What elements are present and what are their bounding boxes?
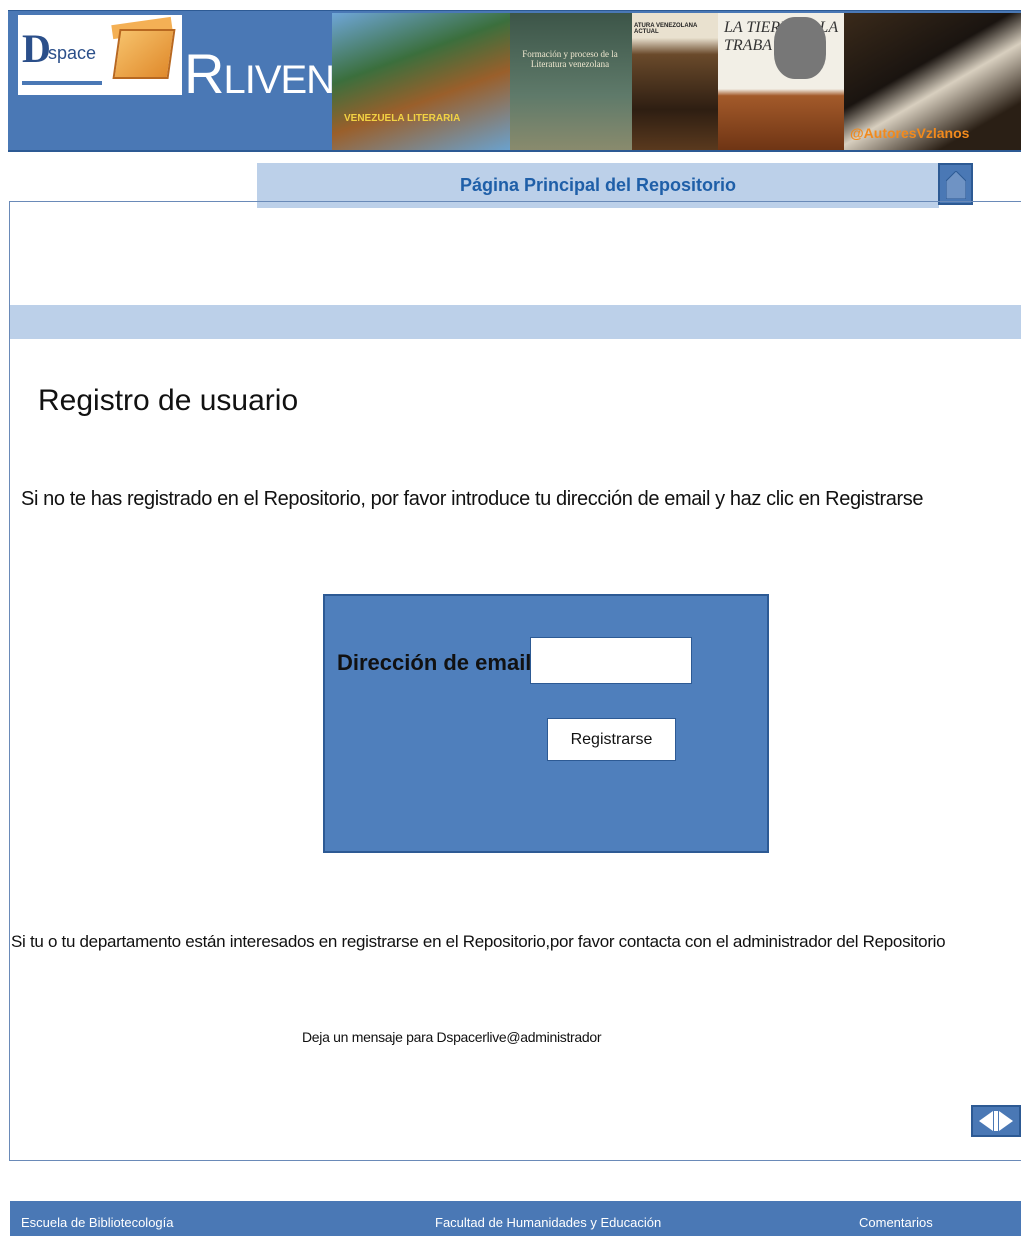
banner-photo-venezuela-map: VENEZUELA LITERARIA	[332, 13, 510, 150]
box-logo-icon	[104, 15, 182, 95]
portrait-image	[774, 17, 826, 79]
page-title: Registro de usuario	[38, 384, 299, 417]
home-icon	[946, 171, 966, 199]
banner-photo-strip: VENEZUELA LITERARIA Formación y proceso …	[332, 13, 1021, 150]
banner-photo-books-collage: @AutoresVzlanos	[844, 13, 1021, 150]
registration-form: Dirección de email Registrarse	[323, 594, 769, 853]
footer-link-escuela[interactable]: Escuela de Bibliotecología	[21, 1215, 174, 1230]
banner-photo-caption: VENEZUELA LITERARIA	[344, 113, 461, 124]
dspace-logo[interactable]: D space	[18, 15, 106, 95]
section-separator-bar	[10, 305, 1021, 339]
banner-photo-caption: Formación y proceso de la Literatura ven…	[522, 49, 618, 69]
footer-link-facultad[interactable]: Facultad de Humanidades y Educación	[435, 1215, 661, 1230]
home-page-link[interactable]: Página Principal del Repositorio	[257, 175, 939, 196]
prev-next-icon	[979, 1111, 1013, 1131]
contact-admin-link[interactable]: Deja un mensaje para Dspacerlive@adminis…	[302, 1029, 602, 1045]
site-title: RLIVEN	[184, 41, 335, 106]
intro-text: Si no te has registrado en el Repositori…	[21, 488, 924, 510]
footer-bar: Escuela de Bibliotecología Facultad de H…	[10, 1201, 1021, 1236]
dspace-logo-text: space	[48, 43, 97, 63]
dspace-logo-underline	[22, 81, 102, 85]
department-info-text: Si tu o tu departamento están interesado…	[11, 932, 946, 951]
header-banner: D space RLIVEN VENEZUELA LITERARIA Forma…	[8, 10, 1021, 152]
banner-photo-caption: ATURA VENEZOLANA ACTUAL	[634, 23, 698, 35]
site-title-rest: LIVEN	[223, 58, 335, 102]
dspace-logo-d: D	[22, 26, 51, 71]
banner-photo-book-cover: Formación y proceso de la Literatura ven…	[510, 13, 632, 150]
prev-next-button[interactable]	[971, 1105, 1021, 1137]
site-title-initial: R	[184, 42, 224, 105]
banner-photo-old-book: ATURA VENEZOLANA ACTUAL	[632, 13, 718, 150]
email-label: Dirección de email	[337, 650, 532, 675]
banner-photo-author-portrait: LA TIERRA ... LA TRABA	[718, 13, 844, 150]
banner-photo-caption: @AutoresVzlanos	[850, 125, 970, 141]
email-input[interactable]	[530, 637, 692, 684]
footer-link-comentarios[interactable]: Comentarios	[859, 1215, 933, 1230]
register-button[interactable]: Registrarse	[547, 718, 676, 761]
home-button[interactable]	[938, 163, 973, 205]
